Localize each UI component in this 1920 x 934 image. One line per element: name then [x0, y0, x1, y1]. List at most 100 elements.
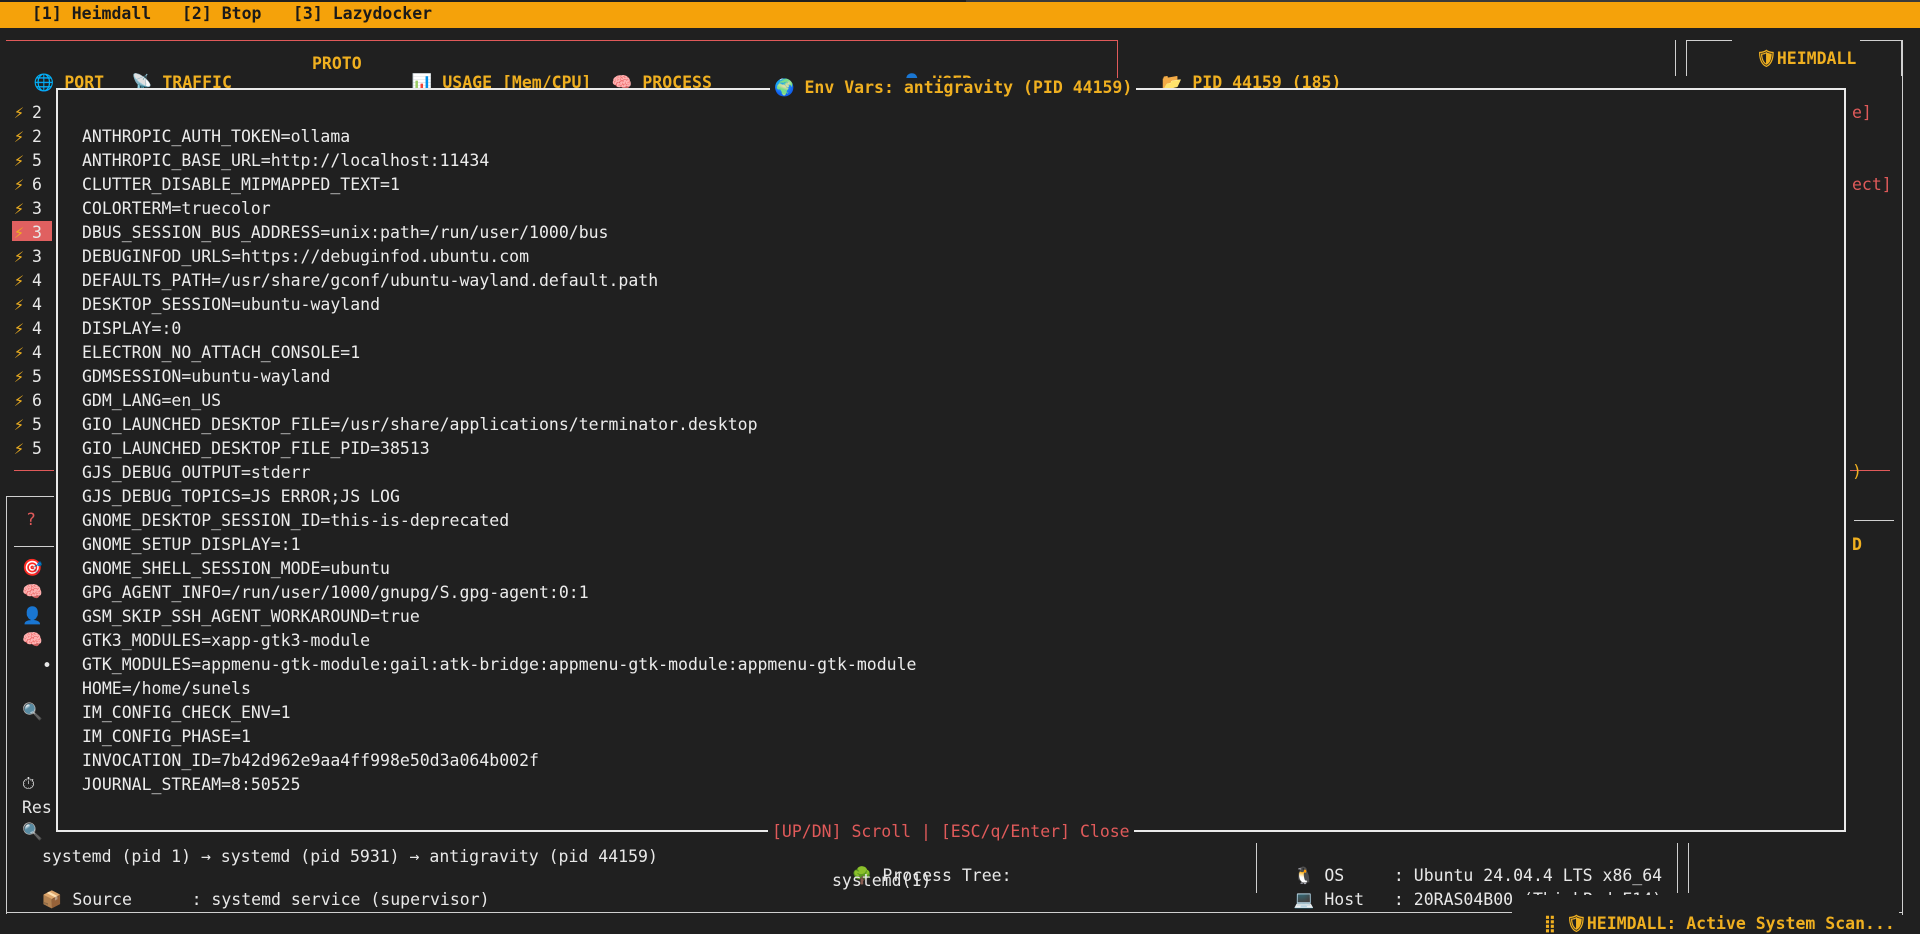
env-var-line: GSM_SKIP_SSH_AGENT_WORKAROUND=true [82, 607, 420, 626]
env-var-line: DESKTOP_SESSION=ubuntu-wayland [82, 295, 381, 314]
connection-row[interactable]: ⚡ 5 [14, 439, 42, 458]
right-fragment: ) [1852, 462, 1862, 481]
right-fragment: D [1852, 535, 1862, 554]
env-var-line: GIO_LAUNCHED_DESKTOP_FILE=/usr/share/app… [82, 415, 758, 434]
spinner-icon: ⣿ [1543, 914, 1556, 933]
search-icon: 🔍 [22, 702, 43, 721]
lightning-icon: ⚡ [14, 271, 24, 290]
env-var-line: GDMSESSION=ubuntu-wayland [82, 367, 331, 386]
timer-icon: ⏱ [22, 774, 35, 793]
env-var-line: GJS_DEBUG_TOPICS=JS ERROR;JS LOG [82, 487, 400, 506]
env-var-line: IM_CONFIG_CHECK_ENV=1 [82, 703, 291, 722]
connection-row[interactable]: ⚡ 3 [14, 247, 42, 266]
row-port-fragment: 4 [31, 271, 42, 290]
divider [1688, 843, 1689, 893]
connection-row[interactable]: ⚡ 2 [14, 127, 42, 146]
row-port-fragment: 6 [31, 175, 42, 194]
brain-icon: 🧠 [22, 582, 43, 601]
globe-icon: 🌐 [33, 73, 55, 92]
row-port-fragment: 5 [31, 439, 42, 458]
search-icon: 🔍 [22, 822, 43, 841]
lightning-icon: ⚡ [14, 295, 24, 314]
divider [1677, 843, 1678, 893]
process-source: 📦 Source : systemd service (supervisor) [41, 890, 490, 909]
lightning-icon: ⚡ [14, 367, 24, 386]
row-port-fragment: 5 [31, 151, 42, 170]
help-icon[interactable]: ? [26, 510, 36, 529]
connection-row[interactable]: ⚡ 4 [14, 343, 42, 362]
separator [6, 496, 54, 497]
env-var-line: DEBUGINFOD_URLS=https://debuginfod.ubunt… [82, 247, 530, 266]
row-port-fragment: 3 [31, 223, 42, 242]
env-var-line: IM_CONFIG_PHASE=1 [82, 727, 251, 746]
lightning-icon: ⚡ [14, 223, 24, 242]
row-port-fragment: 3 [31, 247, 42, 266]
tab-btop[interactable]: [2] Btop [182, 4, 261, 23]
column-proto[interactable]: PROTO [312, 54, 362, 73]
separator [14, 546, 54, 547]
process-tree-root[interactable]: systemd(1) [832, 871, 931, 890]
connection-row[interactable]: ⚡ 4 [14, 271, 42, 290]
modal-title: 🌍 Env Vars: antigravity (PID 44159) [770, 78, 1137, 98]
env-var-line: GTK3_MODULES=xapp-gtk3-module [82, 631, 371, 650]
env-var-list[interactable]: ANTHROPIC_AUTH_TOKEN=ollama ANTHROPIC_BAS… [82, 125, 916, 797]
connection-row[interactable]: ⚡ 4 [14, 319, 42, 338]
connection-row[interactable]: ⚡ 5 [14, 367, 42, 386]
row-port-fragment: 4 [31, 343, 42, 362]
right-fragment: ect] [1852, 175, 1892, 194]
connection-row[interactable]: ⚡ 5 [14, 415, 42, 434]
lightning-icon: ⚡ [14, 415, 24, 434]
row-port-fragment: 2 [31, 103, 42, 122]
env-var-line: INVOCATION_ID=7b42d962e9aa4ff998e50d3a06… [82, 751, 539, 770]
env-var-line: COLORTERM=truecolor [82, 199, 271, 218]
row-port-fragment: 6 [31, 391, 42, 410]
env-var-line: GNOME_DESKTOP_SESSION_ID=this-is-depreca… [82, 511, 510, 530]
env-var-line: DEFAULTS_PATH=/usr/share/gconf/ubuntu-wa… [82, 271, 659, 290]
lightning-icon: ⚡ [14, 247, 24, 266]
tabbar-divider [966, 0, 1920, 2]
env-var-line: ELECTRON_NO_ATTACH_CONSOLE=1 [82, 343, 361, 362]
tab-lazydocker[interactable]: [3] Lazydocker [293, 4, 432, 23]
row-port-fragment: 3 [31, 199, 42, 218]
connection-row[interactable]: ⚡ 3 [14, 223, 42, 242]
left-border [6, 496, 7, 914]
results-label: Res [22, 798, 52, 817]
status-bar: ⣿ 🛡HEIMDALL: Active System Scan... [1520, 895, 1899, 934]
connection-row[interactable]: ⚡ 4 [14, 295, 42, 314]
tab-bar: [1] Heimdall [2] Btop [3] Lazydocker [0, 2, 1920, 28]
env-var-line: DISPLAY=:0 [82, 319, 182, 338]
lightning-icon: ⚡ [14, 103, 24, 122]
env-var-line: GJS_DEBUG_OUTPUT=stderr [82, 463, 311, 482]
lightning-icon: ⚡ [14, 343, 24, 362]
separator [14, 470, 54, 471]
shield-icon: 🛡 [1565, 914, 1587, 933]
row-port-fragment: 4 [31, 319, 42, 338]
connection-row[interactable]: ⚡ 5 [14, 151, 42, 170]
env-var-line: GTK_MODULES=appmenu-gtk-module:gail:atk-… [82, 655, 917, 674]
connection-row[interactable]: ⚡ 2 [14, 103, 42, 122]
env-var-line: GNOME_SETUP_DISPLAY=:1 [82, 535, 301, 554]
lightning-icon: ⚡ [14, 391, 24, 410]
user-icon: 👤 [22, 606, 43, 625]
env-var-line: DBUS_SESSION_BUS_ADDRESS=unix:path=/run/… [82, 223, 609, 242]
env-var-line: HOME=/home/sunels [82, 679, 251, 698]
env-var-line: ANTHROPIC_BASE_URL=http://localhost:1143… [82, 151, 490, 170]
shield-icon: 🛡 [1755, 49, 1777, 68]
process-chain: systemd (pid 1) → systemd (pid 5931) → a… [42, 847, 658, 866]
row-port-fragment: 2 [31, 127, 42, 146]
connection-row[interactable]: ⚡ 6 [14, 391, 42, 410]
row-port-fragment: 5 [31, 415, 42, 434]
env-var-line: GPG_AGENT_INFO=/run/user/1000/gnupg/S.gp… [82, 583, 589, 602]
tab-heimdall[interactable]: [1] Heimdall [32, 4, 151, 23]
lightning-icon: ⚡ [14, 127, 24, 146]
bottom-border [6, 912, 1512, 913]
package-icon: 📦 [41, 890, 63, 909]
right-border [1902, 40, 1903, 915]
env-var-line: JOURNAL_STREAM=8:50525 [82, 775, 301, 794]
connection-row[interactable]: ⚡ 6 [14, 175, 42, 194]
env-var-line: CLUTTER_DISABLE_MIPMAPPED_TEXT=1 [82, 175, 400, 194]
lightning-icon: ⚡ [14, 439, 24, 458]
laptop-icon: 💻 [1293, 890, 1315, 909]
row-port-fragment: 4 [31, 295, 42, 314]
connection-row[interactable]: ⚡ 3 [14, 199, 42, 218]
